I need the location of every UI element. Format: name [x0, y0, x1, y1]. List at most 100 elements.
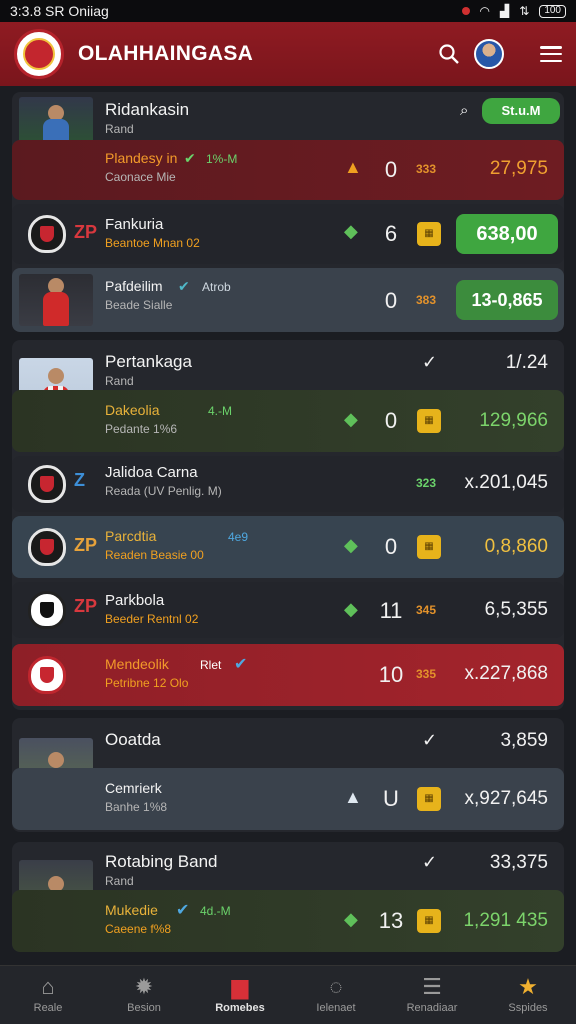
row-code: 383	[416, 293, 437, 307]
tab-label: Sspides	[508, 1002, 548, 1014]
row-tag: 4e9	[228, 530, 249, 544]
row-tag: Atrob	[202, 280, 231, 294]
tab-label: Reale	[33, 1002, 63, 1014]
check-icon: ✔	[234, 656, 248, 673]
status-icons: ◠ ▟ ⇅ 100	[461, 4, 566, 18]
group-value: 33,375	[489, 852, 548, 873]
row-value: 1,291 435	[463, 910, 548, 931]
list-item[interactable]: Pafdeilim ✔ Atrob Beade Sialle 0 383 13-…	[12, 268, 564, 332]
row-code: 323	[416, 476, 437, 490]
row-value: x.227,868	[464, 663, 548, 684]
check-icon: ✔	[176, 902, 190, 919]
list-item[interactable]: ZP Parkbola Beeder Rentnl 02 ◆ 11 345 6,…	[12, 582, 564, 638]
club-logo[interactable]	[14, 29, 64, 79]
row-count: 0	[384, 157, 398, 182]
club-crest-icon	[28, 528, 66, 566]
ticket-icon: ▦	[417, 535, 441, 559]
check-icon: ✓	[422, 852, 438, 872]
player-photo	[19, 274, 93, 326]
drop-icon: ▲	[344, 787, 362, 807]
tab-section[interactable]: ✹ Besion	[96, 966, 192, 1024]
tab-favorites[interactable]: ★ Sspides	[480, 966, 576, 1024]
row-count: 6	[384, 221, 398, 246]
row-count: 11	[379, 598, 403, 623]
row-value: 27,975	[489, 158, 548, 179]
ticket-icon: ▦	[417, 787, 441, 811]
row-code: 335	[416, 667, 437, 681]
wifi-icon: ◠	[479, 4, 491, 18]
list-item[interactable]: Mukedie ✔ 4d.-M Caeene f%8 ◆ 13 ▦ 1,291 …	[12, 890, 564, 952]
group-title: Rotabing Band	[105, 852, 218, 871]
tab-scores[interactable]: ☰ Renadiaar	[384, 966, 480, 1024]
search-icon[interactable]: ⌕	[460, 102, 468, 119]
leaf-icon: ◆	[344, 599, 358, 619]
group-subtitle: Rand	[105, 874, 134, 888]
row-count: 10	[378, 662, 404, 687]
group-subtitle: Rand	[105, 122, 134, 136]
list-item[interactable]: Cemrierk Banhe 1%8 ▲ U ▦ x,927,645	[12, 768, 564, 830]
list-icon: ☰	[422, 974, 442, 999]
avatar[interactable]	[474, 39, 504, 69]
club-badge-icon: ZP	[74, 222, 98, 242]
list-item[interactable]: Mendeolik Rlet ✔ Petribne 12 Olo 10 335 …	[12, 644, 564, 706]
list-item[interactable]: Dakeolia 4.-M Pedante 1%6 ◆ 0 ▦ 129,966	[12, 390, 564, 452]
group-card[interactable]: Rotabing Band Rand ✓ 33,375 Mukedie ✔ 4d…	[12, 842, 564, 952]
group-card[interactable]: Ooatda ✓ 3,859 Cemrierk Banhe 1%8 ▲ U ▦ …	[12, 718, 564, 832]
check-icon: ✔	[184, 150, 196, 166]
status-bar: 3:3.8 SR Oniiag ◠ ▟ ⇅ 100	[0, 0, 576, 22]
row-tag: 1%-M	[206, 152, 238, 166]
row-subtitle: Beantoe Mnan 02	[105, 236, 200, 250]
club-badge-icon: ZP	[74, 535, 98, 555]
group-value: 1/.24	[505, 352, 548, 373]
home-icon: ⌂	[41, 974, 55, 999]
tab-home[interactable]: ⌂ Reale	[0, 966, 96, 1024]
row-tag: Rlet	[200, 658, 222, 672]
list-item[interactable]: Plandesy in ✔ 1%-M Caonace Mie ▲ 0 333 2…	[12, 140, 564, 200]
search-icon[interactable]	[438, 43, 460, 65]
check-icon: ✔	[178, 278, 190, 294]
leaf-icon: ◆	[344, 909, 358, 929]
row-title: Mukedie	[105, 902, 158, 918]
menu-icon[interactable]	[540, 46, 562, 62]
row-value[interactable]: 13-0,865	[456, 280, 558, 320]
tab-label: Besion	[127, 1002, 161, 1014]
row-title: Plandesy in	[105, 150, 178, 166]
tab-search[interactable]: ◌ Ielenaet	[288, 966, 384, 1024]
row-value: x,927,645	[464, 788, 548, 809]
row-subtitle: Caeene f%8	[105, 922, 172, 936]
tab-matches[interactable]: ▆ Romebes	[192, 966, 288, 1024]
row-subtitle: Caonace Mie	[105, 170, 176, 184]
row-subtitle: Reada (UV Penlig. M)	[105, 484, 222, 498]
search-icon: ◌	[329, 974, 343, 999]
tab-label: Romebes	[215, 1002, 265, 1014]
row-subtitle: Beeder Rentnl 02	[105, 612, 199, 626]
list-item[interactable]: Z Jalidoa Carna Reada (UV Penlig. M) 323…	[12, 456, 564, 512]
club-crest-icon	[28, 591, 66, 629]
battery-icon: 100	[539, 4, 566, 18]
club-crest-icon	[28, 656, 66, 694]
row-count: 13	[378, 908, 404, 933]
group-card[interactable]: Ridankasin Rand ⌕ St.u.M Plandesy in ✔ 1…	[12, 92, 564, 332]
leaf-icon: ◆	[344, 535, 358, 555]
row-title: Dakeolia	[105, 402, 160, 418]
group-card[interactable]: Pertankaga Rand ✓ 1/.24 Dakeolia 4.-M Pe…	[12, 340, 564, 710]
row-subtitle: Petribne 12 Olo	[105, 676, 189, 690]
list-item[interactable]: ZP Fankuria Beantoe Mnan 02 ◆ 6 ▦ 638,00	[12, 204, 564, 264]
row-code: 345	[416, 603, 437, 617]
row-code: 333	[416, 162, 437, 176]
ticket-icon: ▦	[417, 909, 441, 933]
list-item[interactable]: ZP Parcdtia 4e9 Readen Beasie 00 ◆ 0 ▦ 0…	[12, 516, 564, 578]
ticket-icon: ▦	[417, 409, 441, 433]
row-title: Mendeolik	[105, 656, 169, 672]
row-value: 6,5,355	[484, 599, 548, 620]
status-pill[interactable]: St.u.M	[482, 98, 560, 124]
row-title: Fankuria	[105, 216, 164, 233]
star-icon: ★	[518, 974, 538, 999]
group-subtitle: Rand	[105, 374, 134, 388]
data-icon: ⇅	[519, 4, 530, 18]
row-title: Parcdtia	[105, 528, 157, 544]
row-subtitle: Banhe 1%8	[105, 800, 168, 814]
row-value[interactable]: 638,00	[456, 214, 558, 254]
club-badge-icon: ZP	[74, 596, 98, 616]
status-time: 3:3.8 SR Oniiag	[10, 3, 109, 19]
